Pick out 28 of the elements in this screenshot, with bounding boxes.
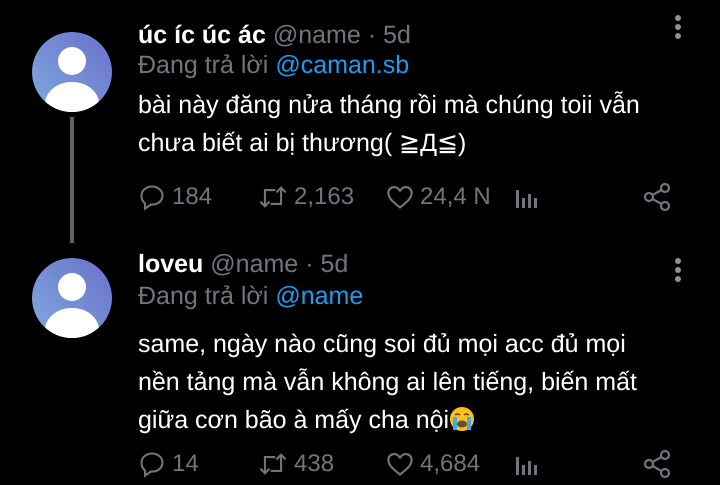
more-options-icon[interactable] <box>674 14 682 40</box>
count: 24,4 N <box>420 182 491 212</box>
display-name: loveu <box>138 249 204 279</box>
count: 184 <box>172 182 212 212</box>
post-time: · 5d <box>368 20 411 50</box>
post-time: · 5d <box>305 249 348 279</box>
count: 2,163 <box>294 182 354 212</box>
count: 14 <box>172 449 199 479</box>
share-icon[interactable] <box>642 449 672 479</box>
tweet-text: bài này đăng nửa tháng rồi mà chúng toii vẫn chưa biết ai bị thương( ≧Д≦) <box>138 90 641 159</box>
heart-icon <box>386 183 414 211</box>
count: 4,684 <box>420 449 480 479</box>
avatar[interactable] <box>32 258 112 338</box>
user-handle: @name <box>272 20 361 50</box>
comment-icon <box>138 183 166 211</box>
replying-label: Đang trả lời <box>138 50 268 80</box>
mention-link[interactable]: @caman.sb <box>275 50 410 80</box>
more-options-icon[interactable] <box>674 257 682 283</box>
tweet-text: same, ngày nào cũng soi đủ mọi acc đủ mọi nền tảng mà vẫn không ai lên tiếng, biến mất giữa cơn bão à mấy cha nội <box>138 329 638 436</box>
avatar[interactable] <box>32 32 112 112</box>
user-handle: @name <box>210 249 298 279</box>
share-icon[interactable] <box>642 182 672 212</box>
heart-icon <box>386 450 414 478</box>
comment-icon <box>138 450 166 478</box>
replying-label: Đang trả lời <box>138 281 268 311</box>
count: 438 <box>294 449 334 479</box>
mention-link[interactable]: @name <box>275 281 364 311</box>
display-name: úc íc úc ác <box>138 20 266 50</box>
